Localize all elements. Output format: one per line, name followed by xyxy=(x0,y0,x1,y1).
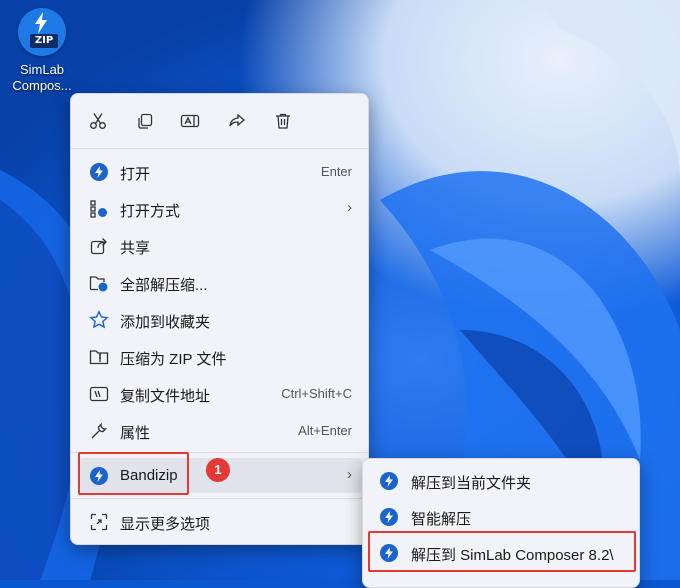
menu-item-label: 压缩为 ZIP 文件 xyxy=(120,351,227,368)
more-options-icon xyxy=(90,513,108,531)
copy-button[interactable] xyxy=(130,107,160,135)
share-button[interactable] xyxy=(222,107,252,135)
share-icon xyxy=(229,113,246,127)
menu-item-open[interactable]: 打开 Enter xyxy=(79,154,362,189)
menu-item-open-with[interactable]: 打开方式 › xyxy=(79,191,362,226)
bandizip-icon xyxy=(90,163,108,181)
menu-separator xyxy=(71,498,368,499)
chevron-right-icon: › xyxy=(347,466,352,483)
copy-path-icon xyxy=(89,386,109,402)
submenu-item-label: 解压到当前文件夹 xyxy=(411,475,532,492)
delete-icon xyxy=(276,113,290,129)
zip-tag: ZIP xyxy=(30,34,58,48)
shortcut-label: Enter xyxy=(320,164,352,179)
cut-icon xyxy=(90,113,106,129)
menu-item-label: 打开 xyxy=(120,166,151,183)
menu-item-label: 添加到收藏夹 xyxy=(120,314,211,331)
star-icon xyxy=(89,310,109,329)
zip-folder-icon xyxy=(89,350,109,365)
bandizip-icon xyxy=(380,508,398,526)
wrench-icon xyxy=(91,422,108,439)
menu-item-properties[interactable]: 属性 Alt+Enter xyxy=(79,413,362,448)
menu-item-add-favorites[interactable]: 添加到收藏夹 xyxy=(79,302,362,337)
copy-icon xyxy=(138,113,153,129)
chevron-right-icon: › xyxy=(347,199,352,216)
zip-file-icon: ZIP xyxy=(18,8,66,56)
menu-item-compress-zip[interactable]: 压缩为 ZIP 文件 xyxy=(79,339,362,374)
menu-item-share[interactable]: 共享 xyxy=(79,228,362,263)
submenu-item-extract-here[interactable]: 解压到当前文件夹 xyxy=(369,464,635,498)
menu-item-more-options[interactable]: 显示更多选项 xyxy=(79,504,362,539)
menu-item-label: 属性 xyxy=(120,425,151,442)
toolbar-separator xyxy=(71,148,368,149)
highlight-box-extract-to xyxy=(368,531,636,572)
desktop-file-label: SimLab Compos... xyxy=(12,62,72,93)
step-badge: 1 xyxy=(206,458,230,482)
open-with-icon xyxy=(90,200,107,218)
rename-button[interactable] xyxy=(175,107,205,135)
menu-item-label: 显示更多选项 xyxy=(120,516,211,533)
menu-item-label: 复制文件地址 xyxy=(120,388,211,405)
delete-button[interactable] xyxy=(268,107,298,135)
menu-item-extract-all[interactable]: 全部解压缩... xyxy=(79,265,362,300)
extract-folder-icon xyxy=(89,276,108,292)
context-toolbar xyxy=(71,94,368,148)
menu-item-label: 全部解压缩... xyxy=(120,277,208,294)
share-box-icon xyxy=(90,238,107,255)
bandizip-icon xyxy=(380,472,398,490)
menu-item-copy-path[interactable]: 复制文件地址 Ctrl+Shift+C xyxy=(79,376,362,411)
desktop-file-icon[interactable]: ZIP SimLab Compos... xyxy=(4,8,80,94)
highlight-box-bandizip xyxy=(78,452,189,495)
submenu-item-label: 智能解压 xyxy=(411,511,472,528)
shortcut-label: Alt+Enter xyxy=(298,423,352,438)
shortcut-label: Ctrl+Shift+C xyxy=(281,386,352,401)
cut-button[interactable] xyxy=(83,107,113,135)
rename-icon xyxy=(180,114,200,128)
menu-item-label: 打开方式 xyxy=(120,203,181,220)
submenu-item-smart-extract[interactable]: 智能解压 xyxy=(369,500,635,534)
menu-item-label: 共享 xyxy=(120,240,151,257)
